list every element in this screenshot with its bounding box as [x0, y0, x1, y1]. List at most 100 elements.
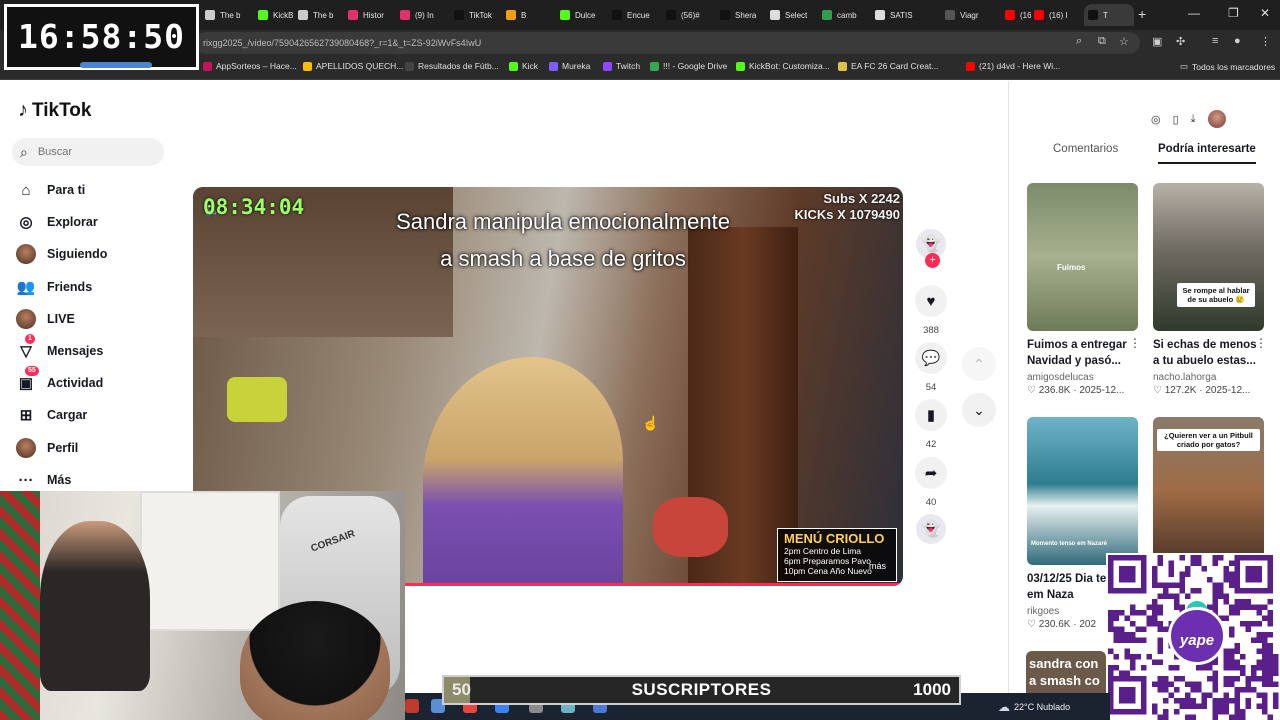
new-tab-button[interactable]: + — [1138, 6, 1146, 22]
card-options-icon[interactable]: ⋮ — [1129, 336, 1141, 350]
browser-tab[interactable]: (56)# — [666, 4, 714, 26]
bookmark-icon[interactable]: ▮ — [915, 399, 947, 431]
previous-video-button[interactable]: ⌃ — [962, 347, 996, 381]
tab-favicon-icon — [822, 10, 832, 20]
browser-tab[interactable]: (16) L — [1005, 4, 1031, 26]
bookmark-item[interactable]: EA FC 26 Card Creat... — [838, 61, 938, 71]
card-thumbnail[interactable]: Fuimos — [1027, 183, 1138, 331]
browser-tab[interactable]: The b — [298, 4, 344, 26]
browser-tab[interactable]: The b — [205, 4, 250, 26]
next-video-button[interactable]: ⌄ — [962, 393, 996, 427]
bookmark-star-icon[interactable]: ☆ — [1119, 35, 1129, 48]
sidebar-item[interactable]: 👥 Friends — [16, 277, 93, 297]
subs-line: Subs X 2242 — [823, 191, 900, 206]
browser-tab[interactable]: Encue — [612, 4, 660, 26]
creator-avatar[interactable]: 👻 + — [914, 229, 948, 268]
browser-tab[interactable]: Dulce — [560, 4, 608, 26]
browser-tab[interactable]: Select — [770, 4, 818, 26]
bookmark-favicon-icon — [736, 61, 745, 71]
browser-tab[interactable]: SATIS — [875, 4, 937, 26]
coins-icon[interactable]: ◎ — [1151, 113, 1161, 126]
browser-tab[interactable]: KickB — [258, 4, 296, 26]
browser-tab[interactable]: Histor — [348, 4, 396, 26]
bookmark-item[interactable]: Twitch — [603, 61, 640, 71]
bookmark-item[interactable]: Mureka — [549, 61, 590, 71]
sidebar-item[interactable]: Perfil — [16, 438, 78, 458]
sidebar-item[interactable]: ⌂ Para ti — [16, 180, 85, 200]
card-thumbnail[interactable]: Se rompe al hablar de su abuelo 😢 — [1153, 183, 1264, 331]
card-title[interactable]: Si echas de menos a tu abuelo estas... — [1153, 337, 1264, 371]
sidebar-item[interactable]: ▽ 1 Mensajes — [16, 334, 103, 361]
minimize-button[interactable]: — — [1188, 6, 1200, 20]
save-action[interactable]: ▮ 42 — [914, 399, 948, 450]
comment-icon[interactable]: 💬 — [915, 342, 947, 374]
avatar — [16, 438, 36, 458]
sidebar-item[interactable]: ··· Más — [16, 470, 72, 490]
browser-tab[interactable]: camb — [822, 4, 870, 26]
share-action[interactable]: ➦ 40 — [914, 457, 948, 508]
follow-plus-icon[interactable]: + — [925, 253, 940, 268]
weather-widget[interactable]: ☁ 22°C Nublado — [998, 700, 1070, 714]
phone-icon[interactable]: ▯ — [1173, 113, 1179, 126]
close-window-button[interactable]: ✕ — [1260, 6, 1270, 20]
sidebar-item[interactable]: Siguiendo — [16, 244, 107, 264]
sidebar-item[interactable]: ◎ Explorar — [16, 212, 97, 232]
zoom-icon[interactable]: ⌕ — [1076, 35, 1082, 48]
bookmark-label: AppSorteos – Hace... — [216, 61, 297, 71]
address-bar[interactable]: rixgg2025_/video/7590426562739080468?_r=… — [195, 32, 1140, 54]
sidebar-item[interactable]: LIVE — [16, 309, 75, 329]
browser-tab[interactable]: (9) In — [400, 4, 448, 26]
card-thumbnail[interactable]: ¿Quieren ver a un Pitbull criado por gat… — [1153, 417, 1264, 565]
bookmark-item[interactable]: Kick — [509, 61, 538, 71]
bookmark-item[interactable]: APELLIDOS QUECH... — [303, 61, 403, 71]
user-avatar[interactable] — [1207, 110, 1226, 128]
card-options-icon[interactable]: ⋮ — [1255, 336, 1267, 350]
all-bookmarks-folder[interactable]: ▭ Todos los marcadores — [1180, 61, 1275, 72]
browser-tab[interactable]: TikTok — [454, 4, 502, 26]
media-icon[interactable]: ≡ — [1212, 35, 1218, 47]
menu-icon[interactable]: ⋮ — [1260, 35, 1271, 48]
download-icon[interactable]: ⤓ — [1191, 113, 1196, 126]
puzzle-icon[interactable]: ✣ — [1176, 35, 1185, 48]
recommended-card[interactable]: ¿Quieren ver a un Pitbull criado por gat… — [1153, 417, 1264, 565]
bookmark-item[interactable]: AppSorteos – Hace... — [203, 61, 297, 71]
card-user[interactable]: amigosdelucas — [1027, 372, 1138, 383]
search-input[interactable] — [37, 146, 148, 158]
maximize-button[interactable]: ❐ — [1228, 6, 1239, 20]
messages-icon: ▽ 1 — [16, 334, 36, 361]
tab-label: (16) I — [1049, 10, 1068, 20]
comment-action[interactable]: 💬 54 — [914, 342, 948, 393]
tiktok-logo[interactable]: ♪ TikTok — [18, 99, 91, 122]
card-meta: ♡ 127.2K · 2025-12... — [1153, 385, 1251, 396]
bookmark-item[interactable]: Resultados de Fútb... — [405, 61, 499, 71]
tab-recommended[interactable]: Podría interesarte — [1158, 143, 1256, 164]
tab-comments[interactable]: Comentarios — [1053, 143, 1118, 155]
bookmark-item[interactable]: !!! - Google Drive — [650, 61, 727, 71]
like-action[interactable]: ♥ 388 — [914, 285, 948, 336]
search-box[interactable]: ⌕ — [12, 138, 164, 166]
recommended-card[interactable]: Se rompe al hablar de su abuelo 😢 Si ech… — [1153, 183, 1264, 396]
sidebar-item-label: LIVE — [47, 312, 75, 326]
browser-tab[interactable]: Shera — [720, 4, 768, 26]
more-link[interactable]: más — [869, 561, 886, 571]
share-icon[interactable]: ➦ — [915, 457, 947, 489]
bookmark-item[interactable]: KickBot: Customiza... — [736, 61, 830, 71]
taskbar-app-icon[interactable] — [405, 699, 419, 713]
browser-tab[interactable]: (16) I — [1034, 4, 1080, 26]
sidebar-item[interactable]: ⊞ Cargar — [16, 405, 88, 425]
card-title[interactable]: Fuimos a entregar Navidad y pasó... — [1027, 337, 1138, 371]
card-thumbnail[interactable]: Momento tenso em Nazaré — [1027, 417, 1138, 565]
sound-avatar[interactable]: 👻 — [914, 514, 948, 544]
recommended-card[interactable]: Fuimos Fuimos a entregar Navidad y pasó.… — [1027, 183, 1138, 396]
install-app-icon[interactable]: ⧉ — [1098, 35, 1106, 48]
extension-icon[interactable]: ▣ — [1152, 35, 1162, 48]
heart-icon[interactable]: ♥ — [915, 285, 947, 317]
browser-tab[interactable]: B — [506, 4, 554, 26]
browser-tab[interactable]: Viagr — [945, 4, 1001, 26]
video-timer: 08:34:04 — [203, 195, 305, 219]
sidebar-item[interactable]: ▣ 55 Actividad — [16, 366, 103, 393]
profile-icon[interactable]: ● — [1234, 35, 1241, 47]
browser-tab[interactable]: T — [1084, 4, 1134, 26]
card-user[interactable]: nacho.lahorga — [1153, 372, 1264, 383]
bookmark-item[interactable]: (21) d4vd - Here Wi... — [966, 61, 1060, 71]
